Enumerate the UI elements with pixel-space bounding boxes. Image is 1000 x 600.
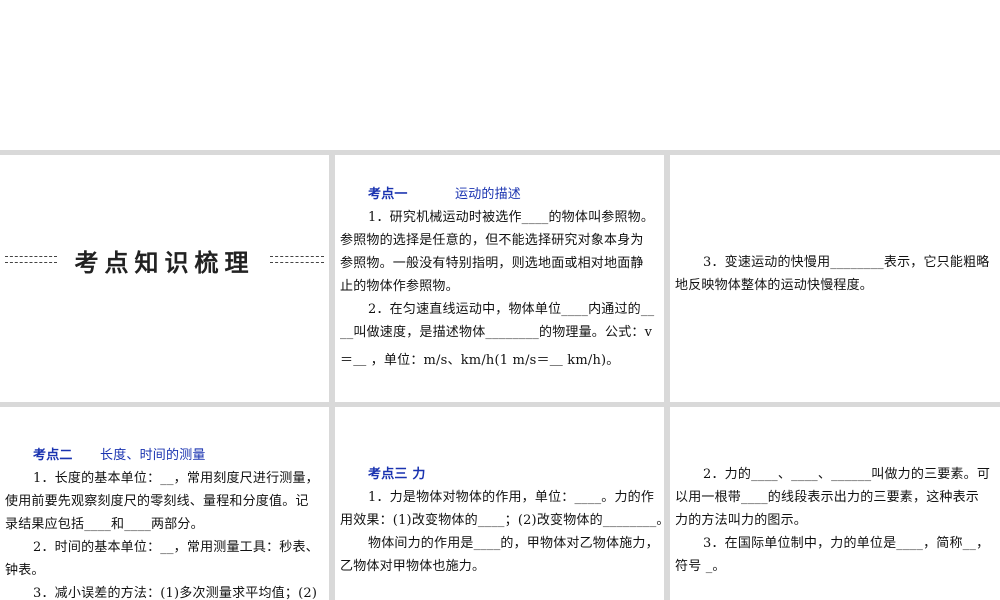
heading-topic: 运动的描述 xyxy=(455,187,522,202)
text-line: 用效果：(1)改变物体的____；(2)改变物体的________。 xyxy=(340,513,664,528)
text-line: 1．长度的基本单位：__，常用刻度尺进行测量， xyxy=(33,471,319,486)
text-line: 2．时间的基本单位：__，常用测量工具：秒表、 xyxy=(33,540,319,555)
title-panel: 考点知识梳理 xyxy=(0,155,329,402)
text-line: 2．力的____、____、______叫做力的三要素。可 xyxy=(703,467,991,482)
text-line: 力的方法叫力的图示。 xyxy=(675,513,808,528)
text-line: __叫做速度，是描述物体________的物理量。公式：v xyxy=(340,325,653,340)
text-line: 止的物体作参照物。 xyxy=(340,279,459,294)
text-line: 参照物。一般没有特别指明，则选地面或相对地面静 xyxy=(340,256,644,271)
heading: 考点一 xyxy=(368,187,408,202)
text-line: 3．变速运动的快慢用________表示，它只能粗略 xyxy=(703,255,990,270)
text-line: 物体间力的作用是____的，甲物体对乙物体施力， xyxy=(368,536,659,551)
text-line: 2．在匀速直线运动中，物体单位____内通过的__ xyxy=(368,302,655,317)
text-line: 1．研究机械运动时被选作____的物体叫参照物。 xyxy=(368,210,655,225)
panel-variable-speed: 3．变速运动的快慢用________表示，它只能粗略 地反映物体整体的运动快慢程… xyxy=(670,155,1000,402)
text-line: 3．减小误差的方法：(1)多次测量求平均值；(2) xyxy=(33,586,318,600)
text-line: 乙物体对甲物体也施力。 xyxy=(340,559,486,574)
text-line: 符号 _。 xyxy=(675,559,726,574)
text-line: 1．力是物体对物体的作用，单位：____。力的作 xyxy=(368,490,655,505)
text-line: ＝＿ ，单位：m/s、km/h(1 m/s＝＿ km/h)。 xyxy=(340,353,620,368)
panel-motion: 考点一 运动的描述 1．研究机械运动时被选作____的物体叫参照物。 参照物的选… xyxy=(335,155,664,402)
panel-measurement: 考点二 长度、时间的测量 1．长度的基本单位：__，常用刻度尺进行测量， 使用前… xyxy=(0,407,329,600)
text-line: 以用一根带____的线段表示出力的三要素，这种表示 xyxy=(675,490,980,505)
panel-force-elements: 2．力的____、____、______叫做力的三要素。可 以用一根带____的… xyxy=(670,407,1000,600)
heading-topic: 长度、时间的测量 xyxy=(100,448,206,463)
panel-force: 考点三 力 1．力是物体对物体的作用，单位：____。力的作 用效果：(1)改变… xyxy=(335,407,664,600)
text-line: 使用前要先观察刻度尺的零刻线、量程和分度值。记 xyxy=(5,494,309,509)
section-title: 考点知识梳理 xyxy=(74,249,255,277)
text-line: 3．在国际单位制中，力的单位是____，简称__， xyxy=(703,536,990,551)
text-line: 参照物的选择是任意的，但不能选择研究对象本身为 xyxy=(340,233,644,248)
text-line: 钟表。 xyxy=(5,563,45,578)
heading: 考点二 xyxy=(33,448,73,463)
text-line: 地反映物体整体的运动快慢程度。 xyxy=(675,278,874,293)
heading: 考点三 力 xyxy=(368,467,426,482)
text-line: 录结果应包括____和____两部分。 xyxy=(5,517,204,532)
